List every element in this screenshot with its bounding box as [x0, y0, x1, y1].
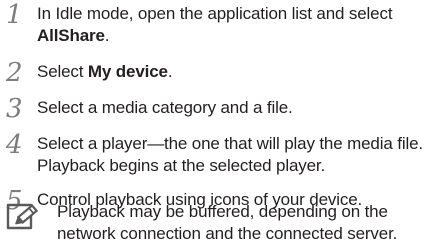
step-1-app-name: AllShare	[37, 26, 105, 45]
step-4-line-1: Select a player—the one that will play t…	[37, 134, 423, 153]
note-text: Playback may be buffered, depending on t…	[57, 201, 397, 245]
step-1-text: In Idle mode, open the application list …	[37, 3, 437, 47]
step-1-line-2: AllShare.	[37, 25, 437, 47]
step-2-number: 2	[6, 58, 23, 88]
step-2-text: Select My device.	[37, 61, 437, 83]
step-3-text: Select a media category and a file.	[37, 98, 293, 117]
step-4-number: 4	[6, 130, 23, 160]
step-2-option-name: My device	[87, 62, 168, 81]
step-1-number: 1	[6, 0, 23, 30]
step-1-period: .	[104, 26, 110, 45]
step-2-period: .	[167, 62, 173, 81]
note-pencil-icon	[5, 199, 45, 231]
step-4-line-2: Playback begins at the selected player.	[37, 156, 326, 175]
step-3-number: 3	[6, 94, 23, 124]
note-line-2: network connection and the connected ser…	[57, 224, 398, 243]
step-4-text: Select a player—the one that will play t…	[37, 133, 437, 177]
step-2-prefix: Select	[37, 62, 88, 81]
step-1-line-1: In Idle mode, open the application list …	[37, 4, 393, 23]
note-line-1: Playback may be buffered, depending on t…	[57, 202, 388, 221]
